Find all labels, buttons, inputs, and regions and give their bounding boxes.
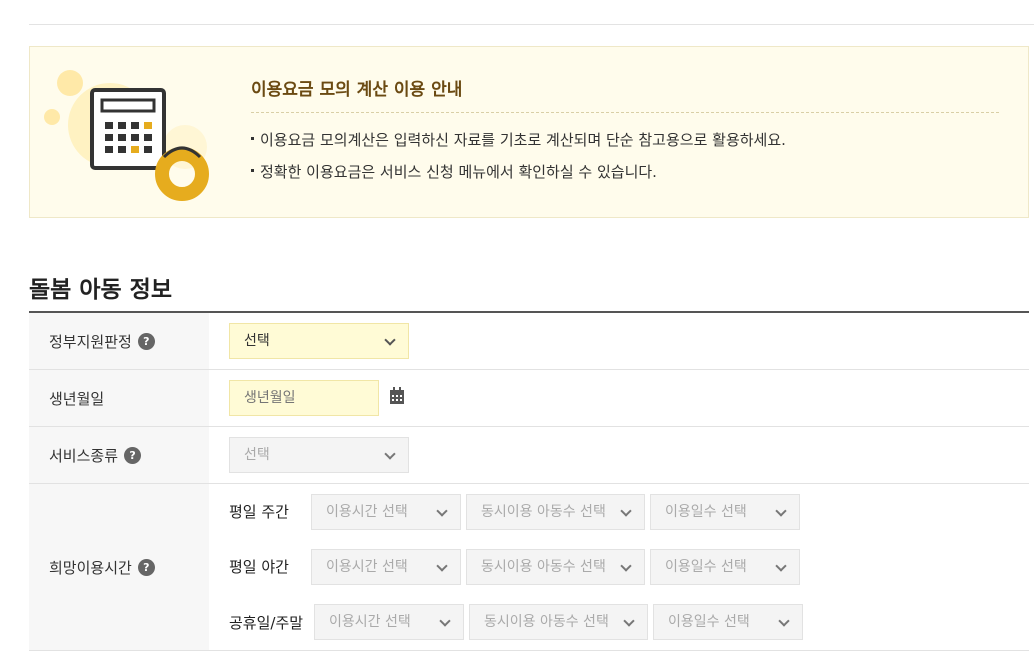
select-value: 선택 [244, 333, 270, 349]
chevron-down-icon [620, 505, 632, 517]
time-select[interactable]: 이용시간 선택 [311, 494, 461, 530]
days-select[interactable]: 이용일수 선택 [650, 494, 800, 530]
notice-line-text: 정확한 이용요금은 서비스 신청 메뉴에서 확인하실 수 있습니다. [260, 163, 657, 181]
select-value: 이용일수 선택 [668, 614, 750, 630]
chevron-down-icon [384, 448, 396, 460]
help-icon[interactable]: ? [137, 332, 155, 350]
help-icon[interactable]: ? [124, 446, 142, 464]
chevron-down-icon [436, 560, 448, 572]
notice-line: 이용요금 모의계산은 입력하신 자료를 기초로 계산되며 단순 참고용으로 활용… [251, 129, 786, 150]
service-type-label: 서비스종류 [49, 446, 119, 465]
row-label: 희망이용시간 ? [29, 484, 209, 650]
row-body: 선택 [209, 313, 1029, 369]
chevron-down-icon [775, 560, 787, 572]
row-birth: 생년월일 [29, 370, 1029, 427]
notice-line: 정확한 이용요금은 서비스 신청 메뉴에서 확인하실 수 있습니다. [251, 161, 657, 182]
help-icon[interactable]: ? [137, 558, 155, 576]
service-type-select[interactable]: 선택 [229, 437, 409, 473]
select-value: 이용일수 선택 [665, 559, 747, 575]
row-label: 생년월일 [29, 370, 209, 426]
notice-line-text: 이용요금 모의계산은 입력하신 자료를 기초로 계산되며 단순 참고용으로 활용… [260, 131, 786, 149]
chevron-down-icon [384, 334, 396, 346]
gov-support-select[interactable]: 선택 [229, 323, 409, 359]
select-value: 이용시간 선택 [326, 504, 408, 520]
select-value: 동시이용 아동수 선택 [484, 614, 609, 630]
row-gov-support: 정부지원판정 ? 선택 [29, 313, 1029, 370]
children-select[interactable]: 동시이용 아동수 선택 [466, 549, 645, 585]
time-select[interactable]: 이용시간 선택 [311, 549, 461, 585]
row-service-type: 서비스종류 ? 선택 [29, 427, 1029, 484]
children-select[interactable]: 동시이용 아동수 선택 [466, 494, 645, 530]
row-desired-time: 희망이용시간 ? 평일 주간 이용시간 선택 동시이용 아동수 선택 이용일수 … [29, 484, 1029, 651]
notice-box: 이용요금 모의 계산 이용 안내 이용요금 모의계산은 입력하신 자료를 기초로… [29, 46, 1029, 218]
select-value: 이용시간 선택 [326, 559, 408, 575]
chevron-down-icon [439, 615, 451, 627]
notice-divider [251, 112, 999, 113]
calendar-icon[interactable] [389, 387, 405, 405]
row-body: 선택 [209, 427, 1029, 483]
bullet [251, 169, 254, 172]
desired-time-label: 희망이용시간 [49, 558, 132, 577]
gov-support-label: 정부지원판정 [49, 332, 132, 351]
chevron-down-icon [623, 615, 635, 627]
calculator-icon [44, 70, 209, 201]
row-body: 평일 주간 이용시간 선택 동시이용 아동수 선택 이용일수 선택 평일 야간 … [209, 484, 1029, 650]
select-value: 선택 [244, 447, 270, 463]
time-select[interactable]: 이용시간 선택 [314, 604, 464, 640]
period-label: 평일 야간 [229, 558, 289, 576]
select-value: 동시이용 아동수 선택 [481, 559, 606, 575]
chevron-down-icon [620, 560, 632, 572]
bullet [251, 137, 254, 140]
chevron-down-icon [436, 505, 448, 517]
chevron-down-icon [775, 505, 787, 517]
chevron-down-icon [778, 615, 790, 627]
period-label: 공휴일/주말 [229, 614, 304, 632]
select-value: 동시이용 아동수 선택 [481, 504, 606, 520]
period-label: 평일 주간 [229, 503, 289, 521]
days-select[interactable]: 이용일수 선택 [650, 549, 800, 585]
birth-date-input[interactable] [229, 380, 379, 416]
select-value: 이용일수 선택 [665, 504, 747, 520]
days-select[interactable]: 이용일수 선택 [653, 604, 803, 640]
section-title: 돌봄 아동 정보 [29, 277, 172, 303]
notice-title: 이용요금 모의 계산 이용 안내 [251, 80, 463, 100]
row-label: 정부지원판정 ? [29, 313, 209, 369]
children-select[interactable]: 동시이용 아동수 선택 [469, 604, 648, 640]
birth-label: 생년월일 [49, 389, 105, 408]
row-label: 서비스종류 ? [29, 427, 209, 483]
select-value: 이용시간 선택 [329, 614, 411, 630]
top-divider [29, 24, 1034, 25]
row-body [209, 370, 1029, 426]
child-info-form: 정부지원판정 ? 선택 생년월일 서 [29, 311, 1029, 651]
